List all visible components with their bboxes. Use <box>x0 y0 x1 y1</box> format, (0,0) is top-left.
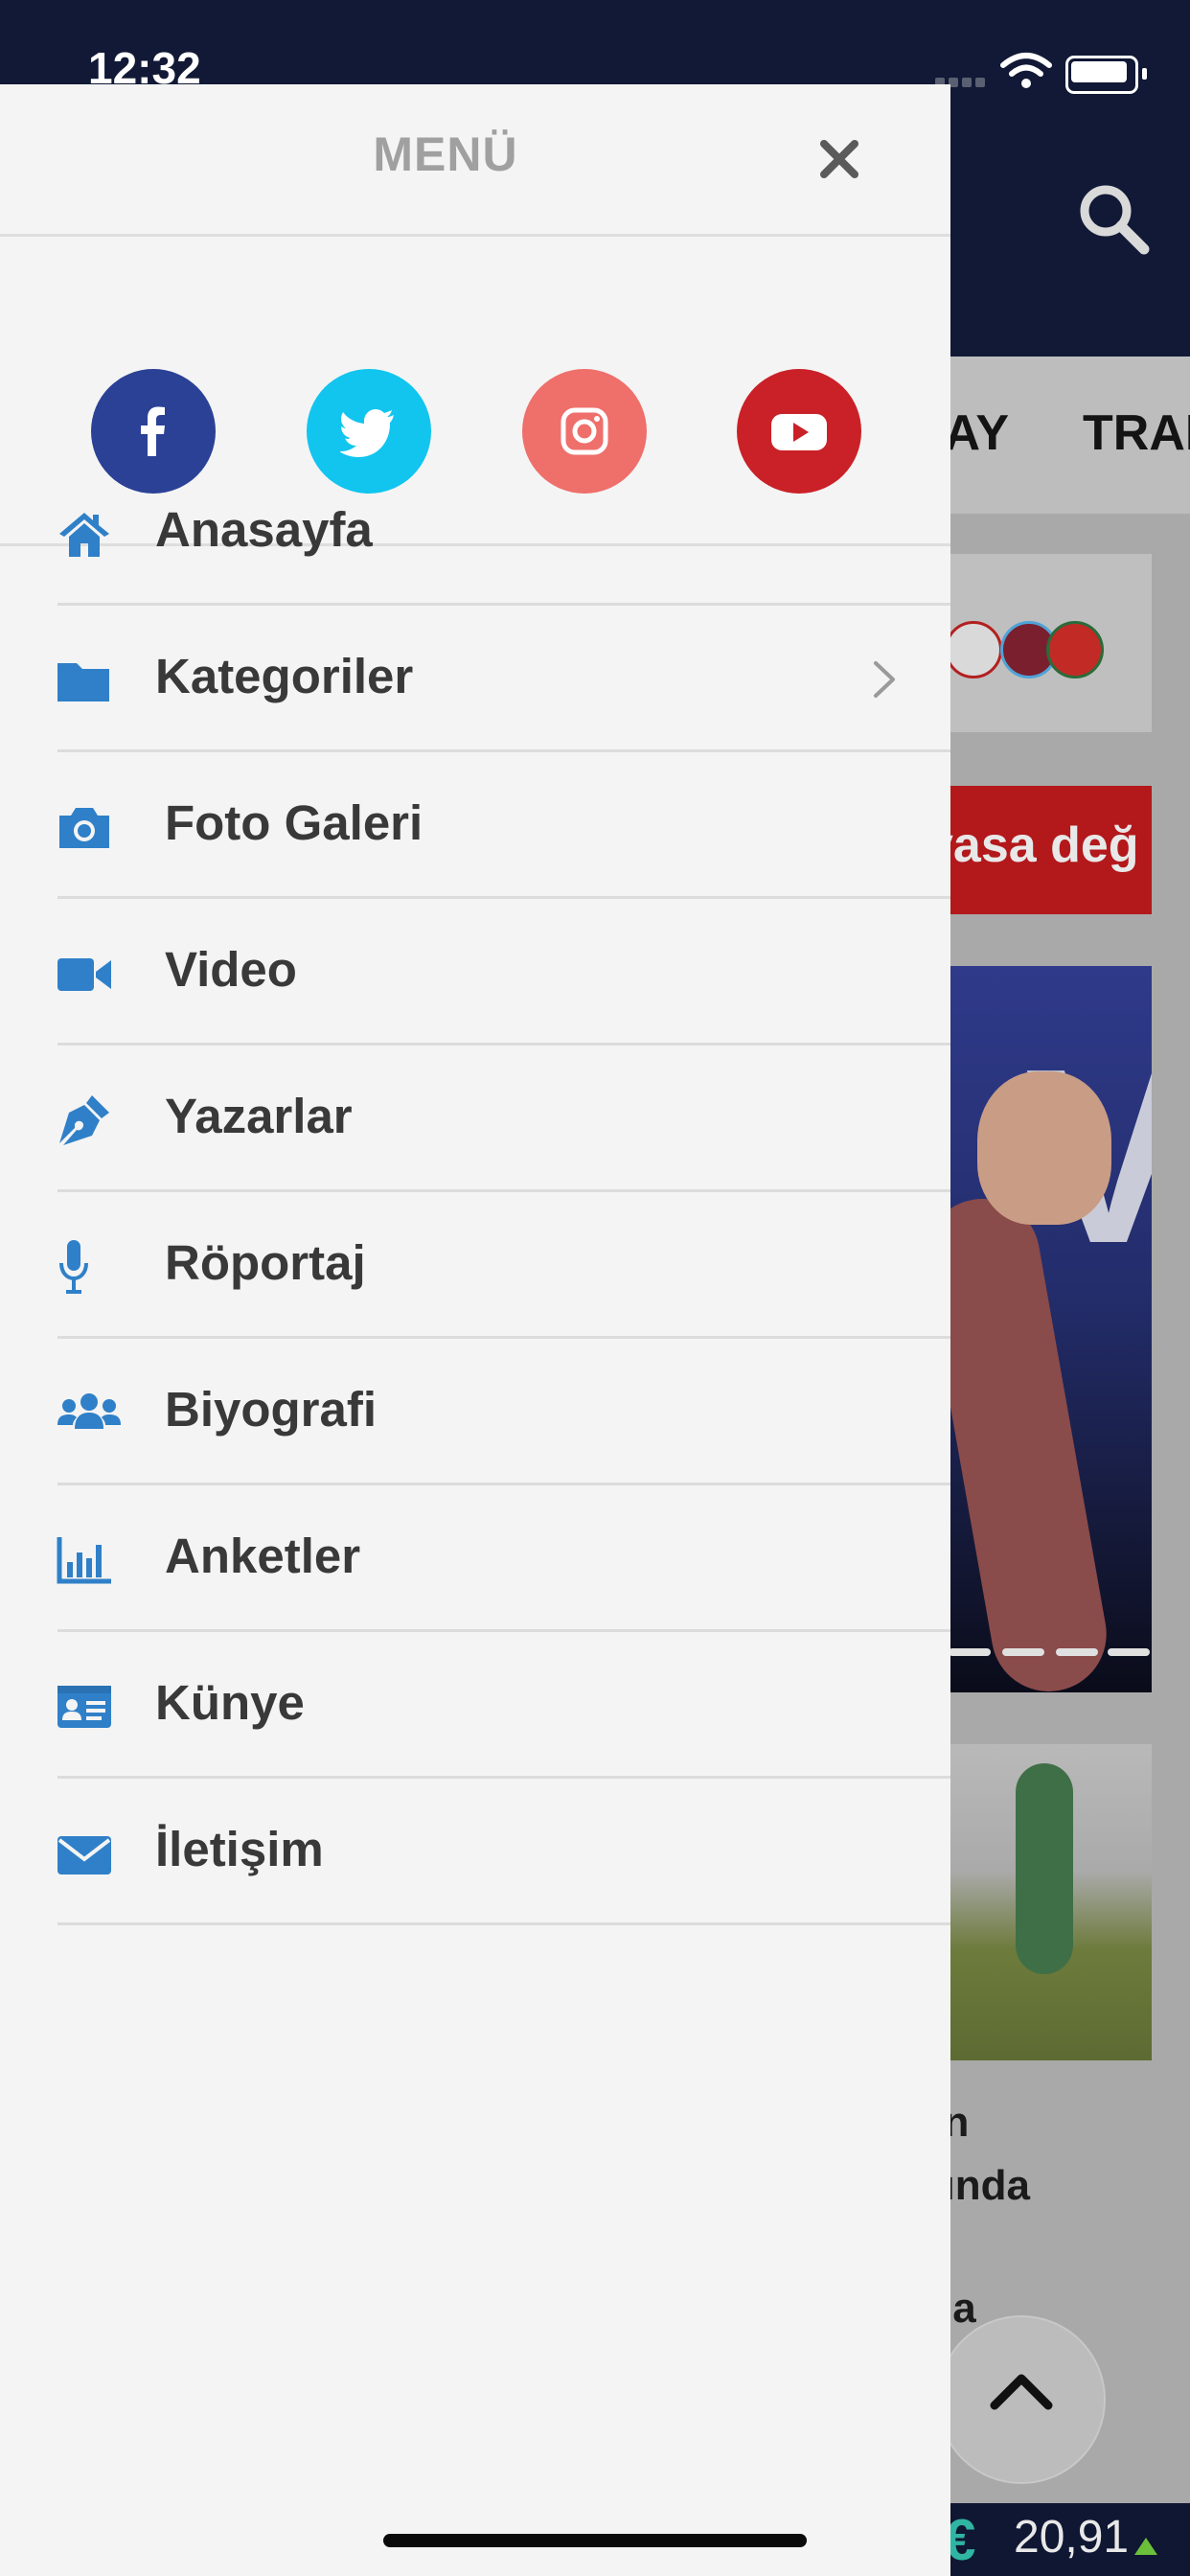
menu-item-video[interactable]: Video <box>0 899 950 1046</box>
slider-dots <box>920 1648 1152 1658</box>
camera-icon <box>59 808 109 848</box>
menu-item-anketler[interactable]: Anketler <box>0 1485 950 1632</box>
video-icon <box>57 958 111 991</box>
menu-item-kunye[interactable]: Künye <box>0 1632 950 1779</box>
menu-item-label: Video <box>165 942 297 997</box>
close-button[interactable] <box>812 132 866 186</box>
home-icon <box>59 513 109 557</box>
microphone-icon <box>59 1240 88 1294</box>
menu-item-label: Kategoriler <box>155 649 414 703</box>
menu-item-biyografi[interactable]: Biyografi <box>0 1339 950 1485</box>
menu-item-label: Anketler <box>165 1529 361 1583</box>
menu-item-anasayfa[interactable]: Anasayfa <box>0 459 950 606</box>
menu-item-label: Foto Galeri <box>165 795 423 850</box>
menu-item-foto-galeri[interactable]: Foto Galeri <box>0 752 950 899</box>
bar-chart-icon <box>57 1537 111 1584</box>
id-card-icon <box>57 1686 111 1728</box>
chevron-right-icon <box>874 661 895 698</box>
battery-icon <box>1065 56 1147 94</box>
search-icon[interactable] <box>1075 180 1152 257</box>
article-photo[interactable] <box>920 1744 1152 2060</box>
club-logo[interactable] <box>945 621 1002 678</box>
menu-item-label: Anasayfa <box>155 502 373 557</box>
twitter-icon <box>340 409 394 457</box>
users-icon <box>57 1393 121 1429</box>
scroll-to-top-button[interactable] <box>937 2315 1106 2484</box>
nav-tab[interactable]: TRAB <box>1083 404 1190 462</box>
menu-item-yazarlar[interactable]: Yazarlar <box>0 1046 950 1192</box>
home-indicator <box>383 2534 807 2547</box>
menu-item-label: Künye <box>155 1675 305 1730</box>
euro-value: 20,91 <box>1014 2512 1130 2563</box>
club-logo[interactable] <box>1046 621 1104 678</box>
menu-item-label: Yazarlar <box>165 1089 353 1143</box>
youtube-icon <box>771 414 827 450</box>
folder-icon <box>57 663 109 702</box>
drawer-header: MENÜ <box>0 84 950 237</box>
side-menu-drawer: MENÜ Anasayfa Kategoriler Foto Galeri Vi… <box>0 84 950 2576</box>
envelope-icon <box>57 1836 111 1874</box>
instagram-icon <box>561 407 608 455</box>
drawer-title: MENÜ <box>373 127 518 181</box>
headline-photo[interactable]: V <box>920 966 1152 1692</box>
chevron-up-icon <box>990 2374 1053 2410</box>
menu-item-label: Biyografi <box>165 1382 378 1437</box>
menu-item-roportaj[interactable]: Röportaj <box>0 1192 950 1339</box>
breaking-news-banner[interactable]: yasa değ <box>920 786 1152 914</box>
menu-item-kategoriler[interactable]: Kategoriler <box>0 606 950 752</box>
close-icon <box>820 140 858 178</box>
facebook-icon <box>141 406 165 456</box>
menu-item-iletisim[interactable]: İletişim <box>0 1779 950 1925</box>
menu-item-label: Röportaj <box>165 1235 366 1290</box>
divider <box>57 1922 950 1925</box>
trend-up-icon <box>1134 2538 1157 2555</box>
wifi-icon <box>1000 52 1052 95</box>
menu-item-label: İletişim <box>155 1822 324 1876</box>
pen-icon <box>59 1095 109 1145</box>
